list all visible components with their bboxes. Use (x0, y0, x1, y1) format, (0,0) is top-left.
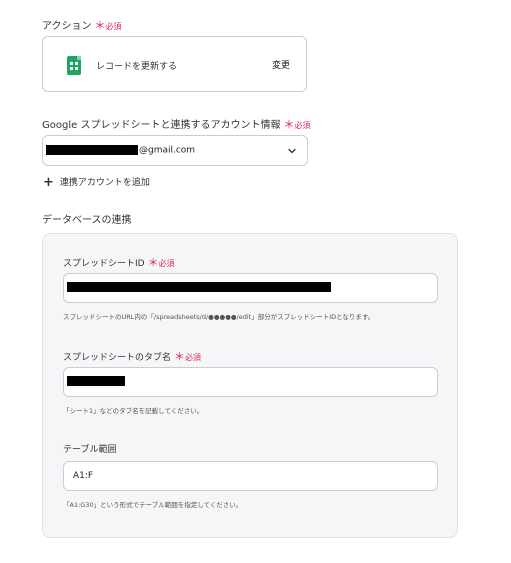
account-select-value: @gmail.com (46, 145, 195, 156)
spreadsheet-id-label: スプレッドシートID ＊必須 (63, 256, 175, 269)
action-label: アクション ＊必須 (42, 17, 122, 33)
redacted-value (67, 282, 331, 292)
action-card[interactable]: レコードを更新する 変更 (42, 36, 307, 92)
spreadsheet-id-help: スプレッドシートのURL内の「/spreadsheets/d/●●●●●/edi… (63, 313, 375, 321)
tab-name-label: スプレッドシートのタブ名 ＊必須 (63, 350, 202, 363)
redacted-value (67, 376, 125, 386)
table-range-input[interactable]: A1:F (63, 461, 438, 491)
google-sheets-icon (67, 56, 81, 75)
redacted-email (46, 145, 138, 155)
add-account-link[interactable]: + 連携アカウントを追加 (43, 175, 150, 190)
required-badge: ＊必須 (94, 19, 122, 32)
tab-name-help: 「シート1」などのタブ名を記載してください。 (63, 407, 204, 415)
tab-name-input[interactable] (63, 367, 438, 397)
account-select[interactable]: @gmail.com (42, 135, 308, 166)
table-range-label: テーブル範囲 (63, 445, 117, 455)
database-section-label: データベースの連携 (42, 215, 132, 226)
account-label: Google スプレッドシートと連携するアカウント情報 ＊必須 (42, 116, 310, 132)
change-action-button[interactable]: 変更 (272, 58, 290, 71)
account-label-text: Google スプレッドシートと連携するアカウント情報 (42, 120, 281, 131)
spreadsheet-id-input[interactable] (63, 273, 438, 303)
plus-icon: + (43, 175, 54, 190)
add-account-label: 連携アカウントを追加 (59, 178, 150, 188)
action-label-text: アクション (42, 21, 92, 32)
required-badge: ＊必須 (174, 350, 202, 363)
table-range-value: A1:F (73, 471, 94, 481)
required-badge: ＊必須 (147, 256, 175, 269)
required-badge: ＊必須 (283, 118, 311, 131)
action-name: レコードを更新する (96, 62, 178, 72)
chevron-down-icon (288, 148, 296, 154)
database-panel: スプレッドシートID ＊必須 スプレッドシートのURL内の「/spreadshee… (42, 233, 458, 538)
table-range-help: 「A1:G30」という形式でテーブル範囲を指定してください。 (63, 501, 243, 509)
